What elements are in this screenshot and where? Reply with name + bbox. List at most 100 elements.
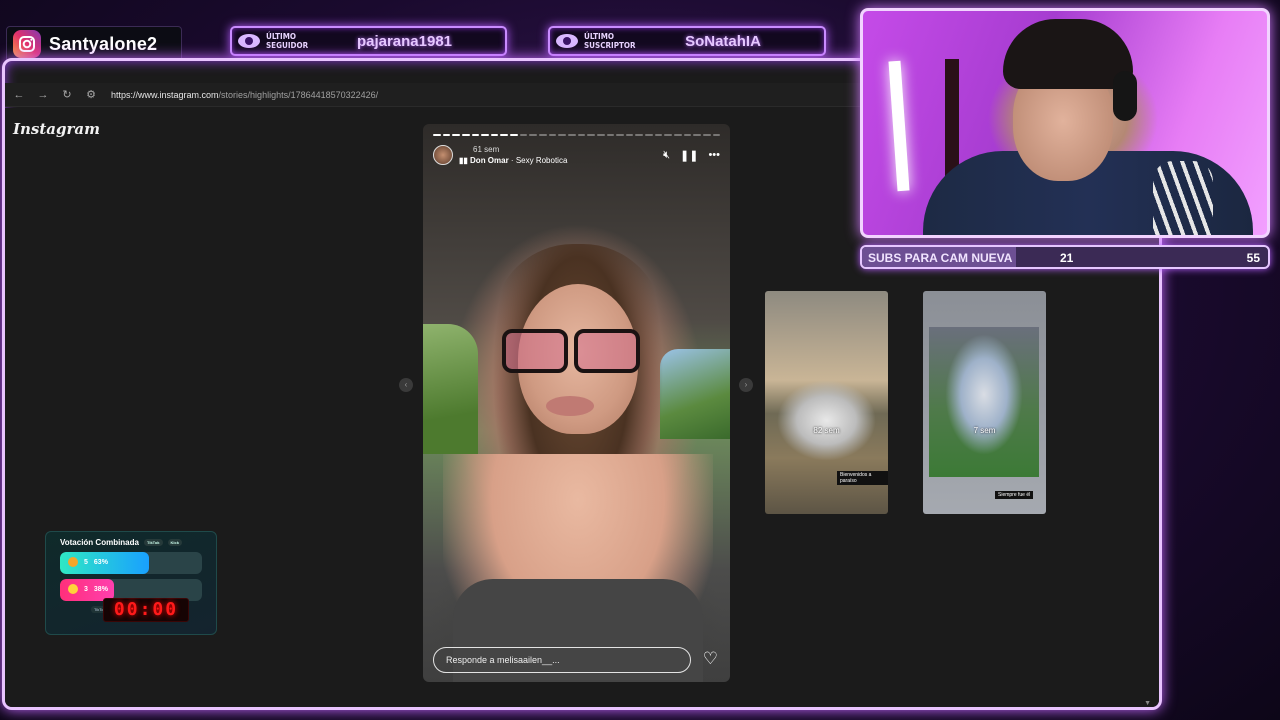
avatar[interactable] [433,145,453,165]
progress-segment [529,134,538,136]
eye-icon [238,34,260,48]
mute-icon[interactable]: 🔇︎ [663,149,670,162]
previous-story-arrow-icon[interactable]: ‹ [399,378,413,392]
story-photo-lips [546,396,594,416]
progress-segment [712,134,721,136]
heart-icon[interactable]: ♡ [703,649,718,669]
webcam-feed [860,8,1270,238]
reload-icon[interactable]: ↻ [61,88,73,101]
progress-segment [539,134,547,136]
cam-jacket-stripes [1153,161,1213,235]
progress-segment [510,134,518,136]
song-title: · Sexy Robotica [508,156,568,165]
progress-segment [625,134,634,136]
url-host: https://www.instagram.com [111,89,219,100]
progress-segment [606,134,615,136]
thumbs-down-icon [68,584,78,594]
song-artist: Don Omar [470,156,509,165]
cam-light-bar [888,60,910,192]
progress-segment [654,134,663,136]
progress-segment [674,134,682,136]
progress-segment [471,134,480,136]
instagram-icon [13,30,41,58]
subs-goal-label: SUBS PARA CAM NUEVA [868,251,1013,265]
progress-segment [645,134,653,136]
subs-goal-bar: SUBS PARA CAM NUEVA 21 55 [860,245,1270,269]
highlight-time: 82 sem [813,426,840,435]
fire-icon [68,557,78,567]
story-meta: 61 sem ▮▮ Don Omar · Sexy Robotica [459,144,567,166]
last-follower-label: Último Seguidor [266,32,309,50]
progress-segment [616,134,624,136]
progress-segment [548,134,557,136]
progress-segment [490,134,499,136]
vote-percent-2: 38% [93,585,108,593]
story-photo-window-right [660,349,730,439]
url-path: /stories/highlights/17864418570322426/ [218,89,379,100]
progress-segment [452,134,460,136]
reply-input[interactable]: Responde a melisaailen__... [433,647,691,673]
story-controls: 🔇︎ ❚❚ ••• [663,149,720,162]
progress-segment [481,134,489,136]
vote-option-1: 5 63% [60,552,202,574]
progress-segment [577,134,586,136]
progress-segment [693,134,701,136]
back-arrow-icon[interactable]: ← [13,89,25,101]
progress-segment [683,134,692,136]
story-song[interactable]: ▮▮ Don Omar · Sexy Robotica [459,155,567,166]
highlight-photo [929,327,1039,477]
progress-segment [635,134,644,136]
progress-segment [500,134,509,136]
vote-title-row: Votación Combinada TikTok Kick [60,538,202,547]
highlight-thumbnail-2[interactable]: 7 sem Siempre fue él [923,291,1046,514]
story-progress-bar [433,134,721,136]
instagram-handle-badge: Santyalone2 [6,26,182,62]
vote-percent-1: 63% [93,558,108,566]
next-story-arrow-icon[interactable]: › [739,378,753,392]
progress-segment [596,134,605,136]
progress-segment [519,134,528,136]
forward-arrow-icon[interactable]: → [37,89,49,101]
story-photo-window-left [423,324,478,454]
last-subscriber-label: Último Suscriptor [584,32,636,50]
address-bar[interactable]: https://www.instagram.com/stories/highli… [111,90,378,100]
progress-segment [702,134,711,136]
more-options-icon[interactable]: ••• [708,149,720,161]
highlight-sticker: Bienvenidos a paraíso [837,471,888,485]
highlight-time: 7 sem [973,426,996,435]
last-subscriber-value: SoNatahIA [685,32,761,50]
highlight-sticker: Siempre fue él [995,491,1034,499]
progress-segment [558,134,566,136]
pause-icon[interactable]: ❚❚ [680,149,698,162]
vote-count-1: 5 [84,558,88,566]
browser-toolbar: ← → ↻ ⚙ https://www.instagram.com/storie… [5,83,865,107]
progress-segment [442,134,451,136]
vote-label-2: 3 38% [68,584,108,594]
scroll-down-icon[interactable]: ▼ [1144,700,1151,707]
vote-label-1: 5 63% [68,557,108,567]
cam-guitar [945,59,959,179]
subs-goal-current: 21 [1060,251,1074,265]
progress-segment [461,134,470,136]
instagram-handle: Santyalone2 [49,33,158,54]
story-photo-glasses [498,329,643,373]
site-settings-icon[interactable]: ⚙ [85,88,97,101]
eye-icon [556,34,578,48]
progress-segment [567,134,576,136]
countdown-timer: 00:00 [103,598,189,622]
headset-icon [1113,71,1137,121]
vote-count-2: 3 [84,585,88,593]
story-time: 61 sem [473,145,500,154]
progress-segment [587,134,595,136]
subs-goal-target: 55 [1246,251,1260,265]
last-subscriber-box: Último Suscriptor SoNatahIA [548,26,826,56]
story-header: 61 sem ▮▮ Don Omar · Sexy Robotica 🔇︎ ❚❚… [433,144,720,166]
vote-chip-tiktok: TikTok [143,539,163,546]
vote-chip-kick: Kick [167,539,182,546]
story-viewer[interactable]: 61 sem ▮▮ Don Omar · Sexy Robotica 🔇︎ ❚❚… [423,124,730,682]
instagram-wordmark[interactable]: Instagram [13,120,100,138]
highlight-thumbnail-1[interactable]: 82 sem Bienvenidos a paraíso [765,291,888,514]
last-follower-box: Último Seguidor pajarana1981 [230,26,507,56]
progress-segment [433,134,441,136]
progress-segment [664,134,673,136]
